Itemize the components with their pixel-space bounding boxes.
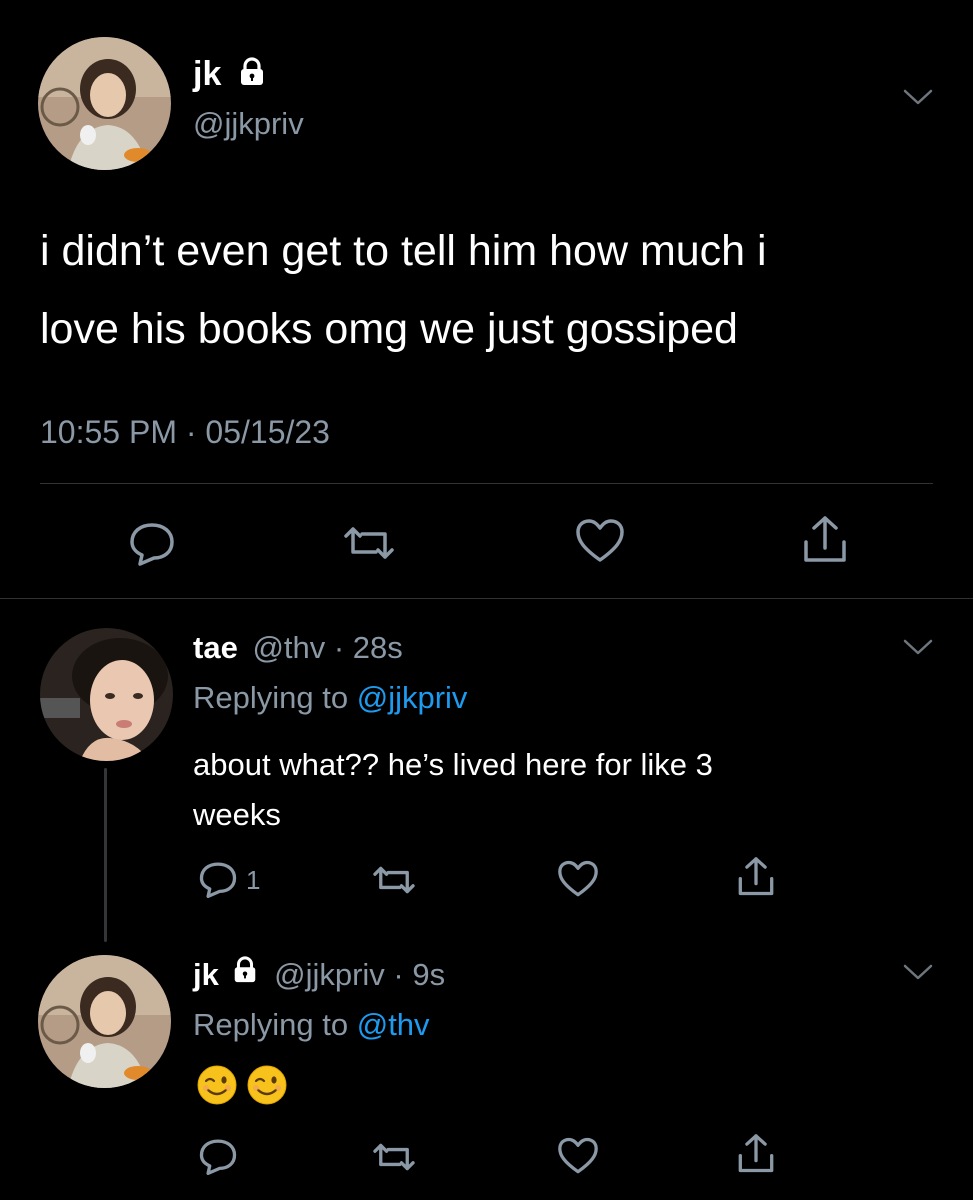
- display-name[interactable]: jk: [193, 55, 221, 93]
- display-name[interactable]: tae: [193, 630, 238, 665]
- share-icon[interactable]: [802, 514, 848, 571]
- retweet-icon[interactable]: [340, 524, 398, 567]
- winking-face-emoji: [197, 1065, 237, 1105]
- like-icon[interactable]: [557, 860, 599, 903]
- share-icon[interactable]: [737, 855, 775, 904]
- handle-time[interactable]: @jjkpriv · 9s: [274, 957, 445, 992]
- tweet-text-line: i didn’t even get to tell him how much i: [40, 227, 767, 275]
- reply-icon[interactable]: [198, 860, 238, 903]
- winking-face-emoji: [247, 1065, 287, 1105]
- lock-icon: [237, 54, 267, 98]
- reply-text: about what?? he’s lived here for like 3 …: [193, 740, 713, 840]
- handle[interactable]: @jjkpriv: [193, 104, 304, 144]
- avatar-jk[interactable]: [38, 955, 171, 1088]
- replying-to: Replying to @thv: [193, 1005, 430, 1045]
- reply-header: jk @jjkpriv · 9s: [193, 955, 445, 995]
- display-name[interactable]: jk: [193, 957, 219, 992]
- divider: [0, 598, 973, 599]
- avatar-jk[interactable]: [38, 37, 171, 170]
- chevron-down-icon[interactable]: [903, 88, 933, 106]
- tweet-text: i didn’t even get to tell him how much i…: [40, 212, 767, 368]
- handle-time[interactable]: @thv · 28s: [252, 630, 402, 665]
- mention-link[interactable]: @thv: [357, 1007, 430, 1042]
- replying-to-label: Replying to: [193, 680, 357, 715]
- retweet-icon[interactable]: [370, 864, 418, 901]
- retweet-icon[interactable]: [370, 1141, 418, 1178]
- avatar-tae[interactable]: [40, 628, 173, 761]
- reply-text-line: about what?? he’s lived here for like 3: [193, 747, 713, 782]
- chevron-down-icon[interactable]: [903, 963, 933, 981]
- divider: [40, 483, 933, 484]
- mention-link[interactable]: @jjkpriv: [357, 680, 468, 715]
- lock-icon: [231, 954, 259, 994]
- share-icon[interactable]: [737, 1132, 775, 1181]
- reply-text-line: weeks: [193, 797, 281, 832]
- reply-icon[interactable]: [128, 520, 176, 571]
- reply-icon[interactable]: [198, 1137, 238, 1180]
- like-icon[interactable]: [557, 1137, 599, 1180]
- tweet-timestamp[interactable]: 10:55 PM · 05/15/23: [40, 410, 330, 454]
- chevron-down-icon[interactable]: [903, 638, 933, 656]
- replying-to: Replying to @jjkpriv: [193, 678, 467, 718]
- reply-count: 1: [246, 865, 261, 895]
- reply-header: tae @thv · 28s: [193, 628, 403, 668]
- main-tweet-header: jk: [193, 52, 267, 96]
- reply-emojis: [197, 1065, 297, 1109]
- like-icon[interactable]: [575, 518, 625, 569]
- tweet-text-line: love his books omg we just gossiped: [40, 305, 738, 353]
- replying-to-label: Replying to: [193, 1007, 357, 1042]
- thread-line: [104, 768, 107, 942]
